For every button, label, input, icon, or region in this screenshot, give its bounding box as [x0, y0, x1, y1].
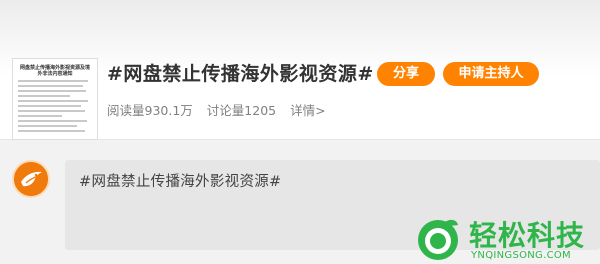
weibo-bird-icon[interactable]: [12, 160, 50, 198]
post-textarea-content: #网盘禁止传播海外影视资源#: [79, 174, 282, 190]
thumbnail-title: 网盘禁止传播海外影视资源及境外非法内容通知: [19, 65, 90, 77]
topic-stats: 阅读量930.1万 讨论量1205 详情>: [107, 100, 340, 119]
share-button[interactable]: 分享: [377, 62, 435, 86]
watermark: 轻松科技 YNQINGSONG.COM: [411, 210, 600, 264]
thumbnail-text-line: [18, 105, 81, 107]
thumbnail-text-line: [18, 130, 86, 132]
watermark-text: 轻松科技: [469, 219, 586, 252]
topic-title[interactable]: #网盘禁止传播海外影视资源#: [107, 59, 374, 86]
read-count: 阅读量930.1万: [107, 103, 193, 118]
watermark-url: YNQINGSONG.COM: [471, 250, 571, 261]
details-link[interactable]: 详情>: [290, 103, 325, 118]
thumbnail-text-line: [18, 125, 78, 127]
topic-thumbnail[interactable]: 网盘禁止传播海外影视资源及境外非法内容通知: [12, 58, 98, 140]
thumbnail-text-line: [18, 115, 63, 117]
thumbnail-text-line: [18, 110, 85, 112]
topic-header: 网盘禁止传播海外影视资源及境外非法内容通知 #网盘禁止传播海外影视资源# 分享 …: [0, 0, 600, 140]
thumbnail-text-line: [18, 95, 70, 97]
apply-host-button[interactable]: 申请主持人: [443, 62, 539, 86]
thumbnail-text-line: [18, 85, 84, 87]
thumbnail-text-line: [18, 100, 88, 102]
thumbnail-text-line: [18, 90, 87, 92]
green-leaf-o-icon: [418, 219, 458, 260]
discussion-count: 讨论量1205: [206, 103, 277, 118]
thumbnail-text-line: [18, 120, 87, 122]
thumbnail-text-line: [18, 80, 89, 82]
